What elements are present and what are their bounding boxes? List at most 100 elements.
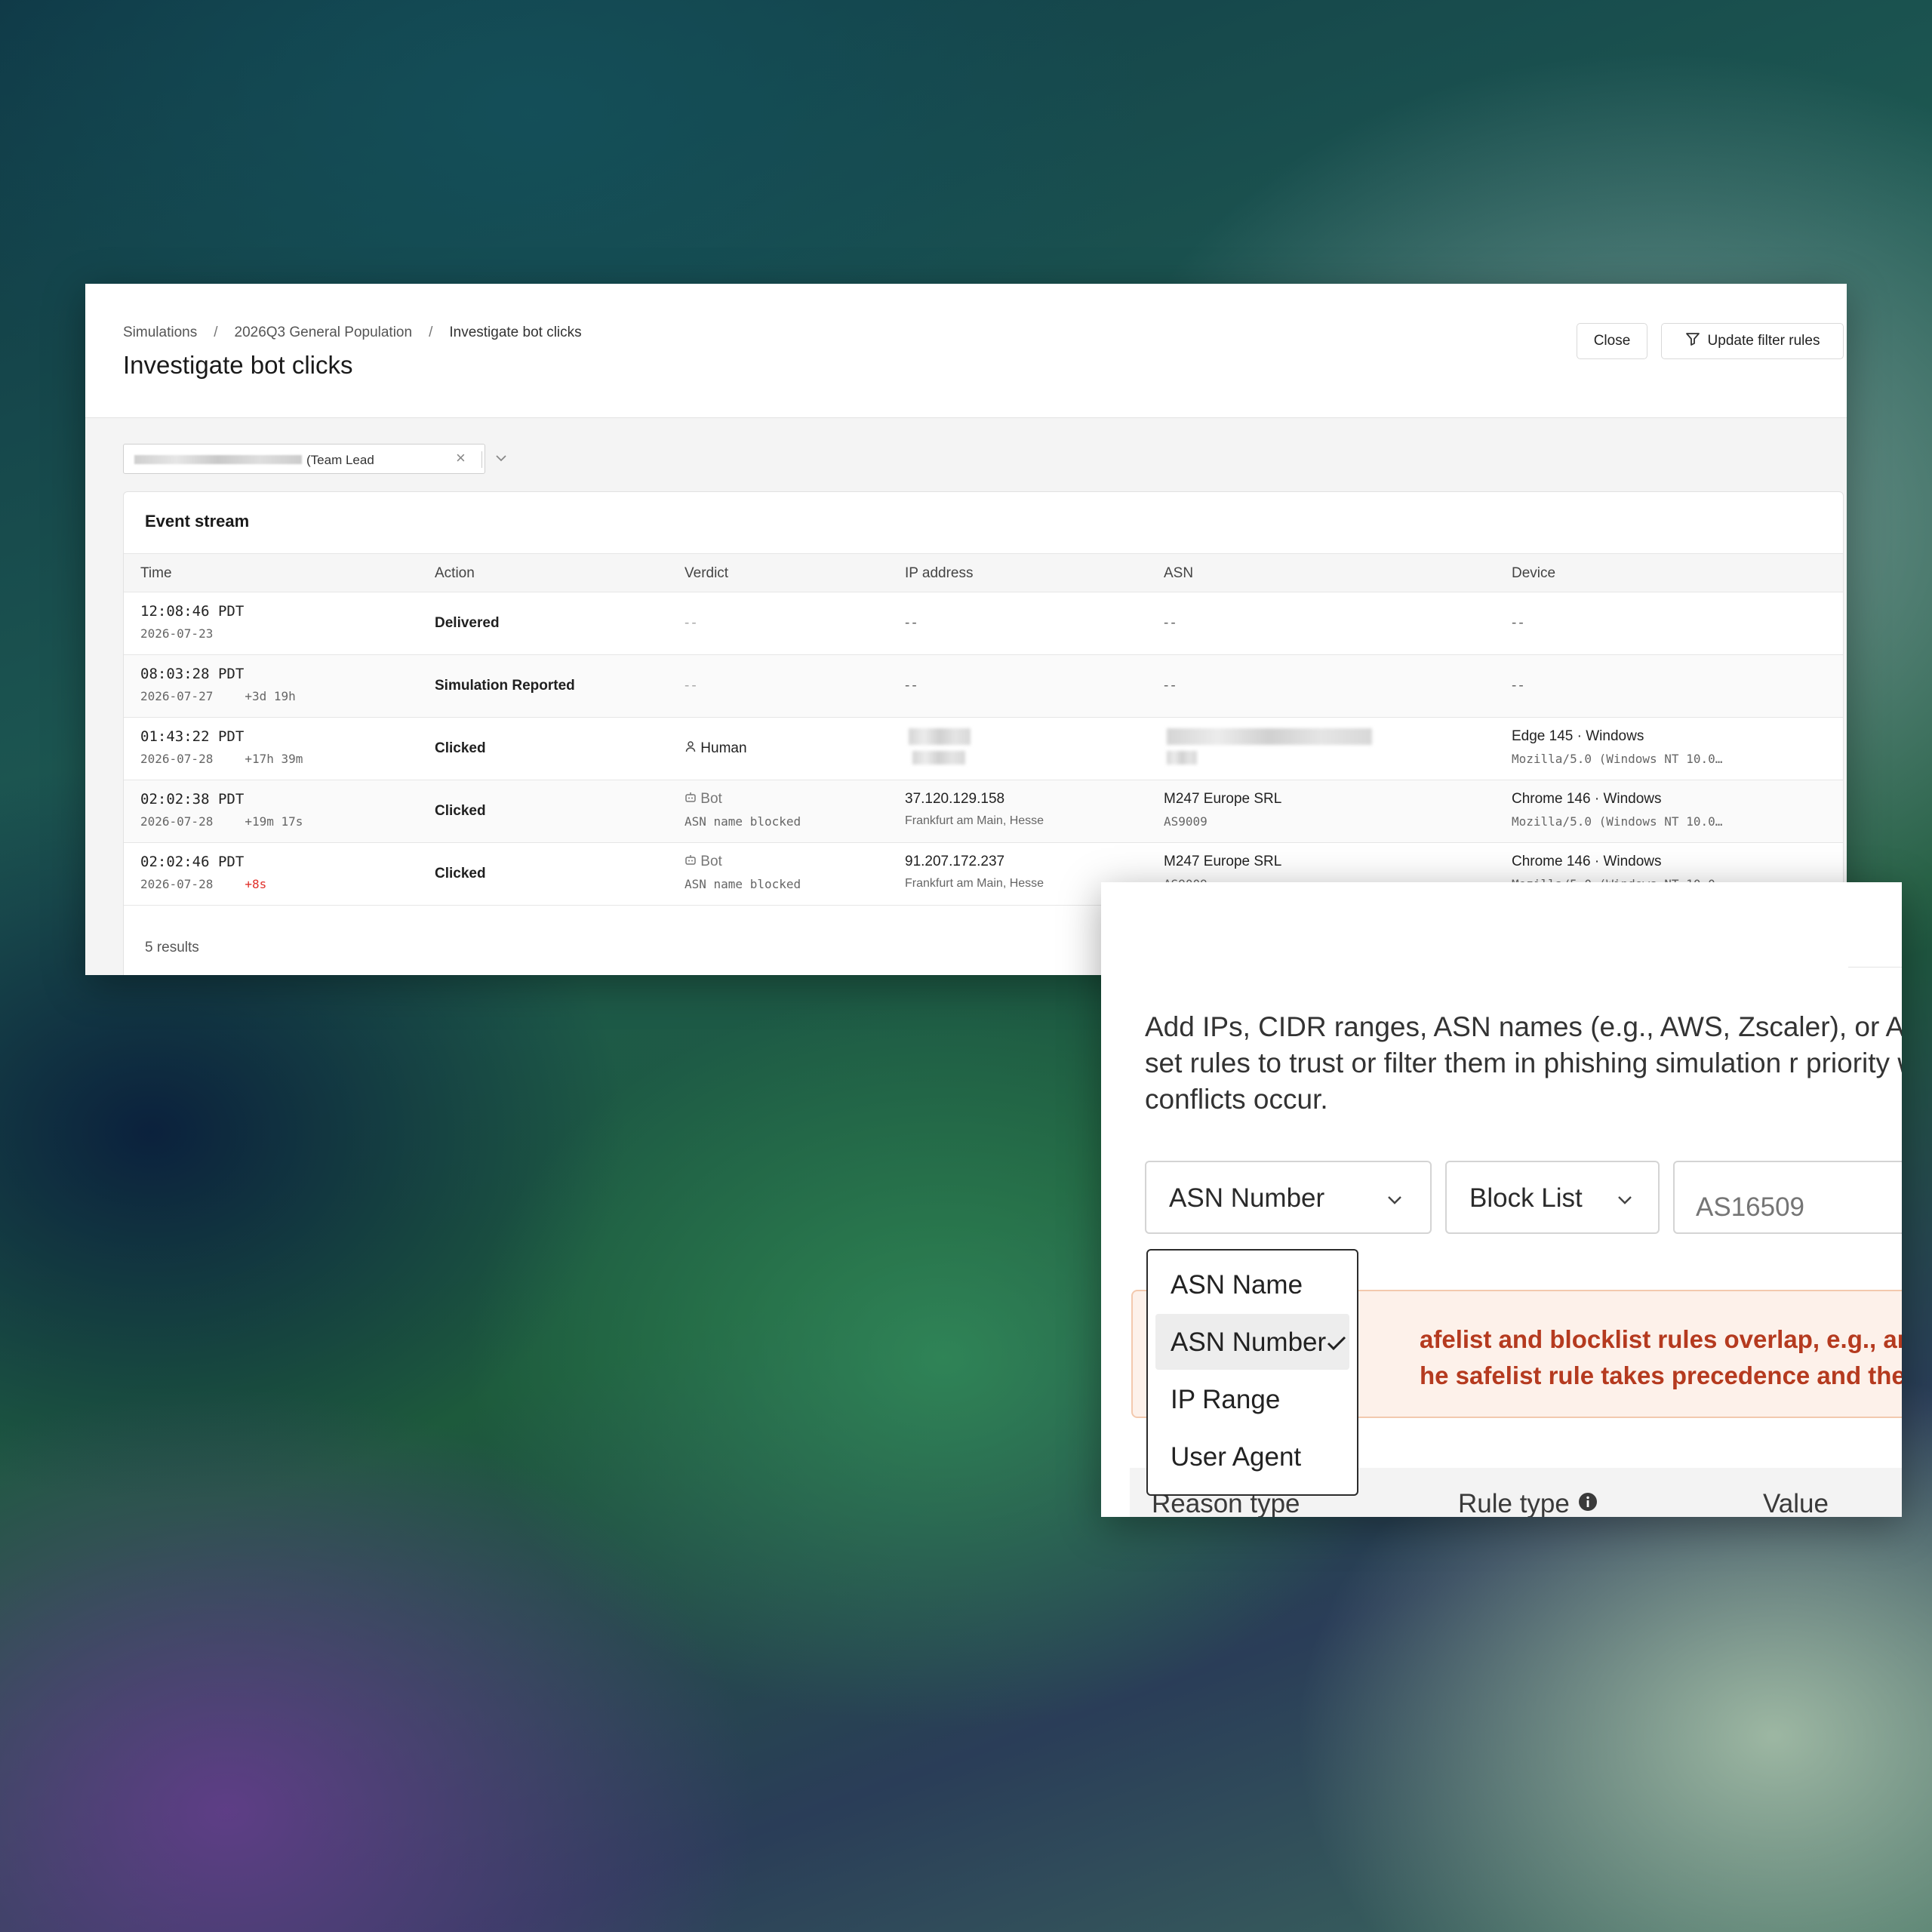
row-asn-number: AS9009 [1164, 814, 1208, 829]
breadcrumb-campaign[interactable]: 2026Q3 General Population [235, 325, 413, 341]
row-action: Clicked [435, 740, 486, 756]
row-verdict: -- [685, 678, 699, 694]
row-time: 08:03:28 PDT [140, 666, 245, 682]
table-row[interactable]: 02:02:38 PDT 2026-07-28 +19m 17s Clicked … [124, 780, 1843, 843]
dropdown-option-label: IP Range [1171, 1385, 1281, 1414]
row-user-agent: Mozilla/5.0 (Windows NT 10.0… [1512, 752, 1723, 766]
row-device: Chrome 146 · Windows [1512, 791, 1662, 807]
row-date-value: 2026-07-28 [140, 814, 214, 829]
rule-value-input[interactable] [1673, 1161, 1902, 1234]
chevron-down-icon[interactable] [494, 451, 509, 469]
warning-line: afelist and blocklist rules overlap, e.g… [1420, 1325, 1902, 1353]
row-asn: M247 Europe SRL [1164, 854, 1282, 869]
info-icon[interactable] [1577, 1489, 1598, 1517]
verdict-label: Bot [700, 854, 722, 869]
update-filter-rules-button[interactable]: Update filter rules [1661, 323, 1844, 359]
investigate-window: Simulations / 2026Q3 General Population … [85, 284, 1847, 975]
row-device: Edge 145 · Windows [1512, 728, 1644, 744]
overlap-warning-text: afelist and blocklist rules overlap, e.g… [1420, 1321, 1902, 1394]
row-action: Clicked [435, 866, 486, 881]
panel-description: Add IPs, CIDR ranges, ASN names (e.g., A… [1145, 1011, 1902, 1115]
filter-rules-panel: Add IPs, CIDR ranges, ASN names (e.g., A… [1101, 882, 1902, 1517]
redacted-ip [909, 728, 971, 745]
row-delta: +3d 19h [245, 689, 296, 703]
row-asn: -- [1164, 678, 1178, 694]
row-date: 2026-07-27 +3d 19h [140, 689, 296, 703]
chevron-down-icon [1614, 1187, 1635, 1217]
dropdown-option-asn-number[interactable]: ASN Number [1155, 1314, 1349, 1370]
redacted-asn-number [1167, 751, 1197, 764]
row-verdict-reason: ASN name blocked [685, 877, 801, 891]
redacted-recipient-name [134, 455, 302, 464]
rule-type-dropdown: ASN Name ASN Number IP Range User Agent [1146, 1249, 1358, 1496]
row-action: Simulation Reported [435, 678, 575, 694]
breadcrumb-separator: / [429, 325, 433, 340]
dropdown-option-ip-range[interactable]: IP Range [1155, 1371, 1349, 1427]
dropdown-option-user-agent[interactable]: User Agent [1155, 1429, 1349, 1484]
redacted-asn [1167, 728, 1372, 745]
close-button[interactable]: Close [1577, 323, 1647, 359]
row-device: Chrome 146 · Windows [1512, 854, 1662, 869]
row-date: 2026-07-28 +17h 39m [140, 752, 303, 766]
bot-icon [685, 791, 697, 807]
rule-type-select-value: ASN Number [1169, 1183, 1325, 1213]
table-row[interactable]: 01:43:22 PDT 2026-07-28 +17h 39m Clicked … [124, 718, 1843, 780]
list-type-select[interactable]: Block List [1445, 1161, 1660, 1234]
breadcrumb-simulations[interactable]: Simulations [123, 325, 197, 341]
table-row[interactable]: 12:08:46 PDT 2026-07-23 Delivered -- -- … [124, 592, 1843, 655]
column-header-time: Time [140, 565, 172, 581]
person-icon [685, 740, 697, 756]
row-time: 01:43:22 PDT [140, 728, 245, 745]
update-filter-rules-label: Update filter rules [1707, 333, 1820, 349]
dropdown-option-asn-name[interactable]: ASN Name [1155, 1257, 1349, 1312]
row-asn: M247 Europe SRL [1164, 791, 1282, 807]
row-date-value: 2026-07-23 [140, 626, 214, 641]
row-asn: -- [1164, 615, 1178, 631]
row-user-agent: Mozilla/5.0 (Windows NT 10.0… [1512, 814, 1723, 829]
clear-icon[interactable]: × [456, 448, 466, 468]
row-action: Delivered [435, 615, 500, 631]
row-device: -- [1512, 678, 1526, 694]
table-row[interactable]: 08:03:28 PDT 2026-07-27 +3d 19h Simulatio… [124, 655, 1843, 718]
row-verdict-reason: ASN name blocked [685, 814, 801, 829]
page-header: Simulations / 2026Q3 General Population … [85, 284, 1847, 418]
breadcrumb: Simulations / 2026Q3 General Population … [123, 325, 582, 341]
row-delta: +17h 39m [245, 752, 303, 766]
row-ip: -- [905, 678, 919, 694]
row-date-value: 2026-07-28 [140, 877, 214, 891]
row-ip: 91.207.172.237 [905, 854, 1005, 869]
column-header-rule-type: Rule type [1458, 1489, 1598, 1517]
check-icon [1324, 1331, 1349, 1361]
rule-type-select[interactable]: ASN Number [1145, 1161, 1432, 1234]
row-date-value: 2026-07-28 [140, 752, 214, 766]
row-time: 02:02:46 PDT [140, 854, 245, 870]
warning-line: he safelist rule takes precedence and th… [1420, 1361, 1902, 1389]
breadcrumb-current: Investigate bot clicks [449, 325, 582, 340]
recipient-filter-text: (Team Lead, Fe [306, 453, 374, 467]
row-time: 12:08:46 PDT [140, 603, 245, 620]
dropdown-option-label: User Agent [1171, 1442, 1302, 1472]
recipient-filter-select[interactable]: (Team Lead, Fe × [123, 444, 506, 474]
row-verdict: Bot [685, 791, 722, 808]
row-date-value: 2026-07-27 [140, 689, 214, 703]
column-header-value: Value [1763, 1489, 1829, 1517]
column-header-action: Action [435, 565, 475, 581]
list-type-select-value: Block List [1469, 1183, 1583, 1213]
dropdown-option-label: ASN Number [1171, 1327, 1327, 1357]
row-ip-location: Frankfurt am Main, Hesse [905, 877, 1044, 890]
results-count: 5 results [145, 940, 199, 955]
rule-type-header-label: Rule type [1458, 1489, 1570, 1517]
breadcrumb-separator: / [214, 325, 218, 340]
row-delta: +8s [245, 877, 267, 891]
table-header: Time Action Verdict IP address ASN Devic… [124, 553, 1843, 592]
column-header-device: Device [1512, 565, 1556, 581]
row-action: Clicked [435, 803, 486, 819]
row-ip: 37.120.129.158 [905, 791, 1005, 807]
dropdown-option-label: ASN Name [1171, 1270, 1303, 1300]
panel-header-divider [1848, 882, 1902, 968]
row-verdict: -- [685, 615, 699, 631]
column-header-asn: ASN [1164, 565, 1194, 581]
row-device: -- [1512, 615, 1526, 631]
bot-icon [685, 854, 697, 869]
column-header-ip: IP address [905, 565, 974, 581]
